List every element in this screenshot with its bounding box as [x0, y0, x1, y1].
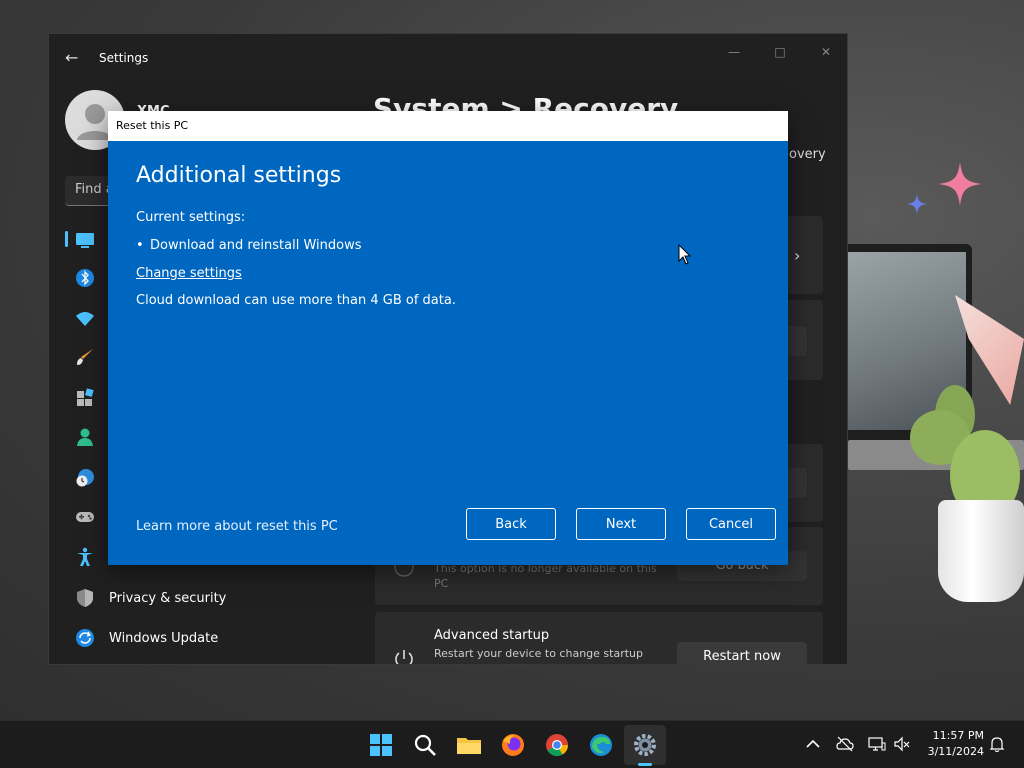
start-windows-icon[interactable] — [367, 731, 395, 759]
clock-time[interactable]: 11:57 PM — [924, 729, 984, 742]
firefox-icon[interactable] — [499, 731, 527, 759]
dialog-title: Reset this PC — [108, 111, 788, 141]
network-icon[interactable] — [868, 735, 886, 753]
windows-update-icon[interactable] — [75, 628, 95, 648]
chevron-right-icon[interactable]: › — [794, 246, 800, 265]
sparkle-small-decoration-icon — [907, 194, 927, 214]
settings-title: Settings — [99, 51, 149, 65]
plant-pot-decoration — [938, 500, 1024, 602]
reset-pc-dialog: Reset this PC Additional settings Curren… — [108, 111, 788, 565]
shield-icon[interactable] — [75, 588, 95, 608]
accessibility-icon[interactable] — [75, 547, 95, 567]
back-arrow-icon[interactable]: ← — [65, 50, 81, 66]
close-icon[interactable]: ✕ — [811, 42, 841, 62]
go-back-description: This option is no longer available on th… — [434, 562, 657, 590]
onedrive-offline-icon[interactable] — [836, 735, 854, 753]
nav-selection-indicator — [65, 231, 68, 247]
time-language-icon[interactable] — [75, 468, 95, 488]
settings-gear-icon[interactable] — [631, 731, 659, 759]
taskbar-active-indicator — [638, 763, 652, 766]
wifi-icon[interactable] — [75, 308, 95, 328]
sidebar-item-windows-update[interactable]: Windows Update — [109, 631, 218, 646]
edge-icon[interactable] — [587, 731, 615, 759]
accounts-icon[interactable] — [75, 427, 95, 447]
gaming-icon[interactable] — [75, 507, 95, 527]
sidebar-item-privacy-security[interactable]: Privacy & security — [109, 591, 226, 606]
dialog-heading: Additional settings — [136, 163, 342, 188]
notification-bell-icon[interactable] — [988, 735, 1006, 753]
sparkle-decoration-icon — [938, 162, 982, 206]
recovery-breadcrumb-fragment: overy — [789, 147, 826, 162]
current-setting-text: Download and reinstall Windows — [150, 238, 362, 253]
volume-muted-icon[interactable] — [893, 735, 911, 753]
mouse-cursor-icon — [678, 244, 692, 265]
bluetooth-icon[interactable] — [75, 268, 95, 288]
search-icon[interactable] — [411, 731, 439, 759]
settings-titlebar: ← Settings — □ ✕ — [49, 34, 847, 82]
advanced-startup-description: Restart your device to change startup se… — [434, 647, 646, 664]
advanced-startup-title: Advanced startup — [434, 628, 550, 643]
restart-now-button[interactable]: Restart now — [677, 642, 807, 664]
apps-icon[interactable] — [75, 387, 95, 407]
clock-date[interactable]: 3/11/2024 — [916, 745, 984, 758]
current-settings-label: Current settings: — [136, 210, 246, 225]
minimize-icon[interactable]: — — [719, 42, 749, 62]
maximize-icon[interactable]: □ — [765, 42, 795, 62]
chrome-icon[interactable] — [543, 731, 571, 759]
personalization-icon[interactable] — [75, 347, 95, 367]
file-explorer-icon[interactable] — [455, 731, 483, 759]
change-settings-link[interactable]: Change settings — [136, 266, 242, 281]
chevron-up-icon[interactable] — [804, 735, 822, 753]
back-button[interactable]: Back — [466, 508, 556, 540]
taskbar: 11:57 PM 3/11/2024 — [0, 720, 1024, 768]
advanced-startup-icon — [395, 650, 413, 664]
next-button[interactable]: Next — [576, 508, 666, 540]
current-setting-item: • Download and reinstall Windows — [136, 238, 361, 253]
learn-more-link[interactable]: Learn more about reset this PC — [136, 519, 338, 534]
cloud-download-note: Cloud download can use more than 4 GB of… — [136, 293, 456, 308]
system-icon[interactable] — [75, 230, 95, 250]
cancel-button[interactable]: Cancel — [686, 508, 776, 540]
bullet-icon: • — [136, 238, 144, 253]
